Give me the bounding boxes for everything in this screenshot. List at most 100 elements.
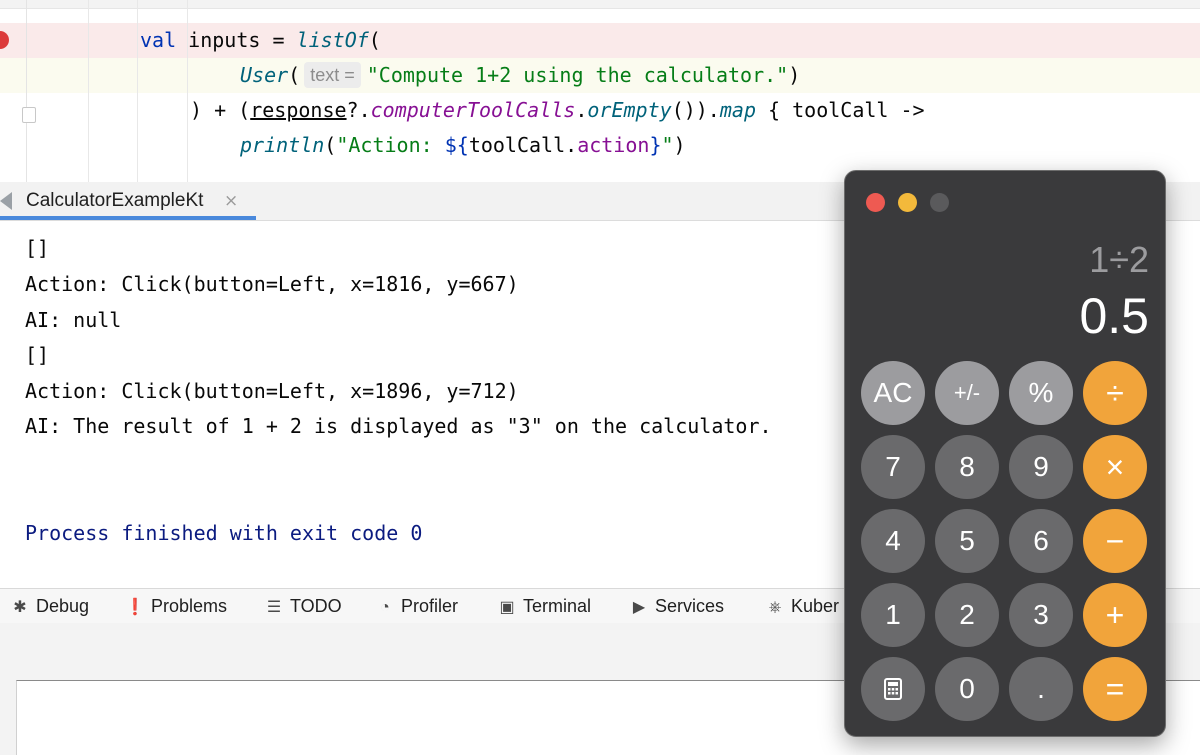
bug-icon: ✱ [13, 599, 27, 616]
key-percent[interactable]: % [1009, 361, 1073, 425]
keyword-val: val [140, 28, 177, 52]
code-line-4[interactable]: println("Action: ${toolCall.action}") [0, 128, 1200, 163]
variable-toolcall: toolCall [468, 133, 566, 157]
key-label: 7 [885, 451, 901, 482]
variable-response: response [250, 98, 347, 122]
key-label: 6 [1033, 525, 1049, 556]
key-label: 2 [959, 599, 975, 630]
code-token: ?. [346, 98, 371, 122]
indent-guide [187, 0, 188, 182]
parameter-hint: text = [304, 62, 361, 88]
key-label: 3 [1033, 599, 1049, 630]
key-8[interactable]: 8 [935, 435, 999, 499]
console-line: [] [25, 236, 50, 260]
code-line-3[interactable]: ) + (response?.computerToolCalls.orEmpty… [0, 93, 1200, 128]
paren: ( [324, 133, 337, 157]
tool-problems[interactable]: ❗ Problems [125, 589, 227, 623]
tool-kubernetes[interactable]: ⎈ Kuber [765, 589, 839, 623]
tool-label: Debug [36, 596, 90, 616]
tool-todo[interactable]: ☰ TODO [264, 589, 342, 623]
console-line: AI: The result of 1 + 2 is displayed as … [25, 414, 772, 438]
console-line: Action: Click(button=Left, x=1816, y=667… [25, 272, 519, 296]
property-action: action [577, 133, 650, 157]
key-7[interactable]: 7 [861, 435, 925, 499]
function-println: println [240, 133, 325, 157]
calculator-window[interactable]: 1÷2 0.5 AC +/- % ÷ 7 8 9 × 4 5 6 − 1 2 3… [844, 170, 1166, 737]
code-token: . [575, 98, 588, 122]
key-label: × [1105, 448, 1125, 485]
paren: ( [288, 63, 301, 87]
key-label: AC [873, 377, 913, 408]
console-line: Action: Click(button=Left, x=1896, y=712… [25, 379, 519, 403]
key-add[interactable]: + [1083, 583, 1147, 647]
key-label: = [1105, 670, 1125, 707]
key-decimal[interactable]: . [1009, 657, 1073, 721]
gutter-divider [26, 0, 27, 182]
function-orempty: orEmpty [587, 98, 672, 122]
tool-label: Problems [151, 596, 228, 616]
code-editor[interactable]: val inputs = listOf( User(text = "Compute… [0, 0, 1200, 182]
code-token: . [565, 133, 578, 157]
key-calculator-menu[interactable] [861, 657, 925, 721]
string-literal: " [661, 133, 674, 157]
key-1[interactable]: 1 [861, 583, 925, 647]
key-label: 4 [885, 525, 901, 556]
list-icon: ☰ [266, 599, 282, 616]
key-3[interactable]: 3 [1009, 583, 1073, 647]
tool-terminal[interactable]: ▣ Terminal [497, 589, 591, 623]
tab-calculatorexamplekt[interactable]: CalculatorExampleKt × [0, 182, 256, 220]
key-4[interactable]: 4 [861, 509, 925, 573]
key-ac[interactable]: AC [861, 361, 925, 425]
fold-icon[interactable] [22, 107, 36, 123]
key-9[interactable]: 9 [1009, 435, 1073, 499]
console-line: [] [25, 343, 50, 367]
paren: ) [673, 133, 686, 157]
key-divide[interactable]: ÷ [1083, 361, 1147, 425]
key-label: 0 [959, 673, 975, 704]
active-tab-indicator [0, 216, 256, 220]
window-zoom-button[interactable] [930, 193, 949, 212]
key-5[interactable]: 5 [935, 509, 999, 573]
key-6[interactable]: 6 [1009, 509, 1073, 573]
key-label: +/- [953, 380, 981, 405]
indent-guide [137, 0, 138, 182]
property-computertoolcalls: computerToolCalls [370, 98, 576, 122]
class-user: User [240, 63, 289, 87]
key-subtract[interactable]: − [1083, 509, 1147, 573]
code-line-1[interactable]: val inputs = listOf( [0, 23, 1200, 58]
key-label: ÷ [1106, 374, 1124, 411]
tab-label: CalculatorExampleKt [26, 190, 204, 211]
tool-label: Profiler [401, 596, 459, 616]
window-minimize-button[interactable] [898, 193, 917, 212]
key-plus-minus[interactable]: +/- [935, 361, 999, 425]
console-line: AI: null [25, 308, 122, 332]
calculator-display: 0.5 [1079, 288, 1149, 344]
terminal-icon: ▣ [499, 599, 515, 616]
variable-inputs: inputs = [176, 28, 297, 52]
tool-label: Terminal [523, 596, 592, 616]
tool-label: Kuber [791, 596, 840, 616]
code-token: ()). [671, 98, 720, 122]
paren: ( [368, 28, 381, 52]
tool-label: TODO [290, 596, 342, 616]
key-multiply[interactable]: × [1083, 435, 1147, 499]
window-close-button[interactable] [866, 193, 885, 212]
tool-debug[interactable]: ✱ Debug [10, 589, 89, 623]
key-label: + [1105, 596, 1125, 633]
key-label: 1 [885, 599, 901, 630]
function-listof: listOf [296, 28, 369, 52]
tool-services[interactable]: ▶ Services [629, 589, 724, 623]
chevron-left-icon [0, 192, 12, 210]
code-line-2[interactable]: User(text = "Compute 1+2 using the calcul… [0, 58, 1200, 93]
close-icon[interactable]: × [224, 182, 238, 220]
key-0[interactable]: 0 [935, 657, 999, 721]
key-2[interactable]: 2 [935, 583, 999, 647]
tool-profiler[interactable]: ◔ Profiler [375, 589, 458, 623]
key-label: 8 [959, 451, 975, 482]
key-label: % [1028, 377, 1054, 408]
template-open: ${ [444, 133, 469, 157]
key-equals[interactable]: = [1083, 657, 1147, 721]
services-icon: ▶ [632, 599, 646, 616]
editor-top-border [0, 0, 1200, 9]
calculator-expression: 1÷2 [1089, 239, 1149, 280]
